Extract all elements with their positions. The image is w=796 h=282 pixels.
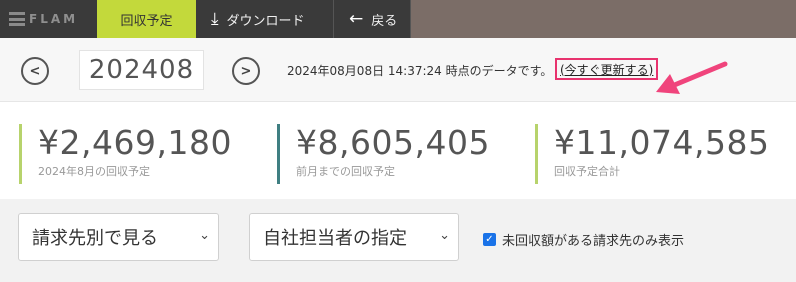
nav-empty-area bbox=[411, 0, 796, 38]
summary-card-total: ¥11,074,585 回収予定合計 bbox=[535, 124, 769, 184]
logo-mark-icon bbox=[9, 12, 25, 26]
back-label: 戻る bbox=[371, 13, 398, 29]
summary-label: 2024年8月の回収予定 bbox=[38, 165, 150, 178]
summary-amount: ¥8,605,405 bbox=[296, 123, 490, 162]
refresh-now-link[interactable]: (今すぐ更新する) bbox=[555, 58, 659, 80]
back-button[interactable]: ← 戻る bbox=[334, 0, 411, 38]
arrow-left-icon: ← bbox=[349, 9, 364, 29]
chevron-left-icon: < bbox=[29, 63, 41, 79]
annotation-arrow-icon bbox=[656, 61, 728, 94]
data-timestamp: 2024年08月08日 14:37:24 時点のデータです。 bbox=[287, 64, 553, 78]
logo-text: FLAM bbox=[29, 12, 79, 26]
next-month-button[interactable]: > bbox=[232, 57, 260, 85]
month-selector-row: < 202408 > 2024年08月08日 14:37:24 時点のデータです… bbox=[0, 38, 796, 102]
summary-amount: ¥2,469,180 bbox=[38, 123, 232, 162]
summary-label: 前月までの回収予定 bbox=[296, 165, 395, 178]
prev-month-button[interactable]: < bbox=[21, 57, 49, 85]
summary-label: 回収予定合計 bbox=[554, 165, 620, 178]
tab-collection-schedule[interactable]: 回収予定 bbox=[97, 0, 196, 38]
summary-amount: ¥11,074,585 bbox=[554, 123, 770, 162]
summary-cards: ¥2,469,180 2024年8月の回収予定 ¥8,605,405 前月までの… bbox=[0, 103, 796, 199]
download-icon: ⤓ bbox=[211, 9, 219, 29]
unpaid-only-checkbox-label[interactable]: ✓ 未回収額がある請求先のみ表示 bbox=[483, 230, 684, 249]
staff-select[interactable]: 自社担当者の指定 ⌄ bbox=[249, 213, 459, 261]
app-logo[interactable]: FLAM bbox=[0, 0, 97, 38]
top-nav: FLAM 回収予定 ⤓ ダウンロード ← 戻る bbox=[0, 0, 796, 38]
summary-card-this-month: ¥2,469,180 2024年8月の回収予定 bbox=[19, 124, 232, 184]
download-button[interactable]: ⤓ ダウンロード bbox=[196, 0, 334, 38]
view-mode-value: 請求先別で見る bbox=[32, 228, 158, 249]
chevron-down-icon: ⌄ bbox=[439, 228, 450, 243]
unpaid-only-checkbox[interactable]: ✓ bbox=[483, 233, 496, 246]
staff-select-value: 自社担当者の指定 bbox=[263, 228, 407, 249]
view-mode-select[interactable]: 請求先別で見る ⌄ bbox=[18, 213, 219, 261]
month-display: 202408 bbox=[79, 50, 204, 90]
download-label: ダウンロード bbox=[226, 13, 305, 29]
summary-card-previous: ¥8,605,405 前月までの回収予定 bbox=[277, 124, 490, 184]
filter-bar: 請求先別で見る ⌄ 自社担当者の指定 ⌄ ✓ 未回収額がある請求先のみ表示 bbox=[0, 199, 796, 282]
unpaid-only-label: 未回収額がある請求先のみ表示 bbox=[502, 234, 685, 249]
chevron-right-icon: > bbox=[240, 63, 252, 79]
chevron-down-icon: ⌄ bbox=[199, 228, 210, 243]
